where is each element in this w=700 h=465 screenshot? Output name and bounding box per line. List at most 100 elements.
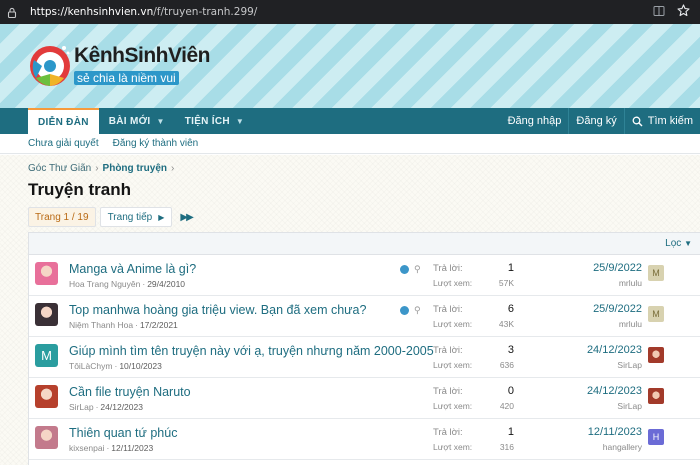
tab-new-posts[interactable]: BÀI MỚI ▼ (99, 108, 175, 134)
thread-meta: Hoa Trang Nguyên · 29/4/2010 (69, 279, 186, 289)
last-post-date[interactable]: 24/12/2023 (587, 385, 642, 397)
replies-count: 0 (507, 385, 514, 397)
chevron-right-icon: › (171, 163, 175, 174)
views-label: Lượt xem: (433, 278, 473, 288)
thread-author[interactable]: TôiLàChym (69, 361, 112, 371)
avatar[interactable] (35, 426, 58, 449)
thread-date[interactable]: 29/4/2010 (147, 279, 185, 289)
tab-forums[interactable]: DIỄN ĐÀN (28, 108, 99, 134)
thread-title[interactable]: Thiên quan tứ phúc (69, 426, 177, 440)
last-post-user[interactable]: mrlulu (619, 278, 642, 288)
views-label: Lượt xem: (433, 319, 473, 329)
thread-date[interactable]: 12/11/2023 (111, 443, 153, 453)
thread-status-icons: ⚲ (400, 306, 421, 315)
reader-mode-icon[interactable] (653, 5, 665, 20)
main-content: Góc Thư Giãn › Phòng truyện › Truyện tranh … (0, 155, 700, 465)
thread-author[interactable]: Niệm Thanh Hoa (69, 320, 133, 330)
pin-icon: ⚲ (414, 305, 421, 315)
thread-meta: kixsenpai · 12/11/2023 (69, 443, 154, 453)
last-post-date[interactable]: 25/9/2022 (593, 262, 642, 274)
skip-to-last-icon[interactable]: ▶▶ (180, 212, 193, 223)
login-button[interactable]: Đăng nhập (501, 108, 569, 134)
last-post-user[interactable]: mrlulu (619, 319, 642, 329)
url-path: /f/truyen-tranh.299/ (153, 6, 258, 18)
search-label: Tìm kiếm (647, 115, 693, 127)
last-poster-avatar[interactable]: H (648, 429, 664, 445)
thread-title[interactable]: Cần file truyện Naruto (69, 385, 191, 399)
replies-count: 1 (507, 426, 514, 438)
pin-icon: ⚲ (414, 264, 421, 274)
sub-nav: Chưa giải quyết Đăng ký thành viên (0, 134, 700, 154)
replies-count: 6 (507, 303, 514, 315)
views-label: Lượt xem: (433, 401, 473, 411)
browser-address-bar: https://kenhsinhvien.vn/f/truyen-tranh.2… (0, 0, 700, 24)
last-poster-avatar[interactable]: M (648, 306, 664, 322)
avatar[interactable]: M (35, 344, 58, 367)
thread-date[interactable]: 24/12/2023 (100, 402, 143, 412)
thread-date[interactable]: 17/2/2021 (140, 320, 178, 330)
filter-bar: Lọc ▼ (29, 233, 700, 255)
last-post-user[interactable]: SirLap (617, 401, 642, 411)
last-post-date[interactable]: 12/11/2023 (588, 426, 642, 438)
breadcrumb: Góc Thư Giãn › Phòng truyện › (28, 163, 178, 174)
register-button[interactable]: Đăng ký (568, 108, 623, 134)
breadcrumb-item[interactable]: Phòng truyện (103, 163, 167, 174)
table-row[interactable]: Cần file truyện Naruto SirLap · 24/12/2023… (29, 378, 700, 419)
last-post-date[interactable]: 25/9/2022 (593, 303, 642, 315)
tab-forums-label: DIỄN ĐÀN (38, 116, 89, 128)
views-label: Lượt xem: (433, 442, 473, 452)
thread-list: Lọc ▼ Manga và Anime là gì? Hoa Trang Ng… (28, 232, 700, 465)
last-post-user[interactable]: SirLap (617, 360, 642, 370)
thumbs-up-icon (400, 306, 409, 315)
views-count: 420 (499, 401, 514, 411)
thumbs-up-icon (400, 265, 409, 274)
replies-label: Trả lời: (433, 427, 463, 438)
thread-title[interactable]: Giúp mình tìm tên truyện này với ạ, truy… (69, 344, 434, 358)
last-poster-avatar[interactable] (648, 347, 664, 363)
thread-title[interactable]: Manga và Anime là gì? (69, 262, 196, 276)
avatar[interactable] (35, 385, 58, 408)
site-logo[interactable]: KênhSinhViên sẻ chia là niềm vui (28, 40, 210, 96)
thread-author[interactable]: kixsenpai (69, 443, 104, 453)
thread-author[interactable]: Hoa Trang Nguyên (69, 279, 140, 289)
last-poster-avatar[interactable]: M (648, 265, 664, 281)
page-indicator[interactable]: Trang 1 / 19 (28, 207, 96, 227)
url-field[interactable]: https://kenhsinhvien.vn/f/truyen-tranh.2… (24, 6, 653, 18)
breadcrumb-item[interactable]: Góc Thư Giãn (28, 163, 91, 174)
replies-label: Trả lời: (433, 304, 463, 315)
chevron-right-icon: › (95, 163, 99, 174)
thread-title[interactable]: Top manhwa hoàng gia triệu view. Bạn đã … (69, 303, 366, 317)
table-row[interactable]: Manga và Anime là gì? Hoa Trang Nguyên · 2… (29, 255, 700, 296)
last-post-date[interactable]: 24/12/2023 (587, 344, 642, 356)
last-poster-avatar[interactable] (648, 388, 664, 404)
subnav-unsolved[interactable]: Chưa giải quyết (28, 138, 99, 149)
pagination: Trang 1 / 19 Trang tiếp ▶ ▶▶ (28, 207, 194, 227)
replies-label: Trả lời: (433, 263, 463, 274)
views-count: 57K (498, 278, 514, 288)
chevron-down-icon: ▼ (684, 239, 692, 248)
table-row[interactable]: Thiên quan tứ phúc kixsenpai · 12/11/2023 … (29, 419, 700, 460)
chevron-down-icon[interactable]: ▼ (157, 117, 165, 126)
thread-date[interactable]: 10/10/2023 (119, 361, 162, 371)
table-row[interactable]: M Giúp mình tìm tên truyện này với ạ, tr… (29, 337, 700, 378)
thread-author[interactable]: SirLap (69, 402, 94, 412)
table-row[interactable]: Top manhwa hoàng gia triệu view. Bạn đã … (29, 296, 700, 337)
last-post-user[interactable]: hangallery (603, 442, 642, 452)
search-button[interactable]: Tìm kiếm (623, 108, 700, 134)
next-page-label: Trang tiếp (107, 211, 153, 223)
bookmark-star-icon[interactable] (677, 4, 690, 20)
subnav-register[interactable]: Đăng ký thành viên (113, 138, 199, 149)
main-nav: DIỄN ĐÀN BÀI MỚI ▼ TIỆN ÍCH ▼ Đăng nhập Đă… (0, 108, 700, 134)
chevron-down-icon[interactable]: ▼ (236, 117, 244, 126)
views-count: 636 (499, 360, 514, 370)
logo-slogan: sẻ chia là niềm vui (74, 71, 179, 85)
tab-utilities[interactable]: TIỆN ÍCH ▼ (175, 108, 254, 134)
avatar[interactable] (35, 262, 58, 285)
next-page-button[interactable]: Trang tiếp ▶ (99, 207, 173, 227)
site-header-banner: KênhSinhViên sẻ chia là niềm vui (0, 24, 700, 108)
avatar[interactable] (35, 303, 58, 326)
avatar-letter: M (35, 344, 58, 367)
filter-button[interactable]: Lọc ▼ (665, 238, 692, 249)
logo-mark-icon (30, 46, 70, 86)
replies-count: 1 (507, 262, 514, 274)
